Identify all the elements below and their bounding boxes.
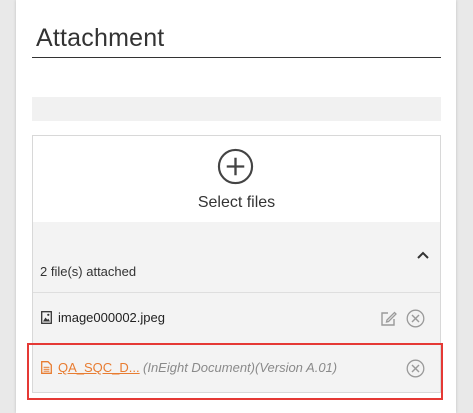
- divider: [33, 292, 440, 293]
- highlight-box: [27, 343, 443, 400]
- file-drop-zone[interactable]: Select files: [32, 135, 441, 223]
- edit-icon[interactable]: [379, 310, 397, 328]
- remove-icon[interactable]: [406, 309, 425, 328]
- select-files-button[interactable]: Select files: [33, 194, 440, 212]
- upload-progress-bar: [32, 97, 441, 121]
- section-title: Attachment: [36, 24, 165, 52]
- add-circle-icon[interactable]: [217, 148, 254, 185]
- title-divider: [32, 57, 441, 58]
- chevron-up-icon[interactable]: [416, 250, 430, 260]
- file-name: image000002.jpeg: [58, 310, 165, 325]
- attached-count-label: 2 file(s) attached: [40, 264, 137, 279]
- list-item: image000002.jpeg: [33, 298, 440, 338]
- image-file-icon: [41, 311, 52, 324]
